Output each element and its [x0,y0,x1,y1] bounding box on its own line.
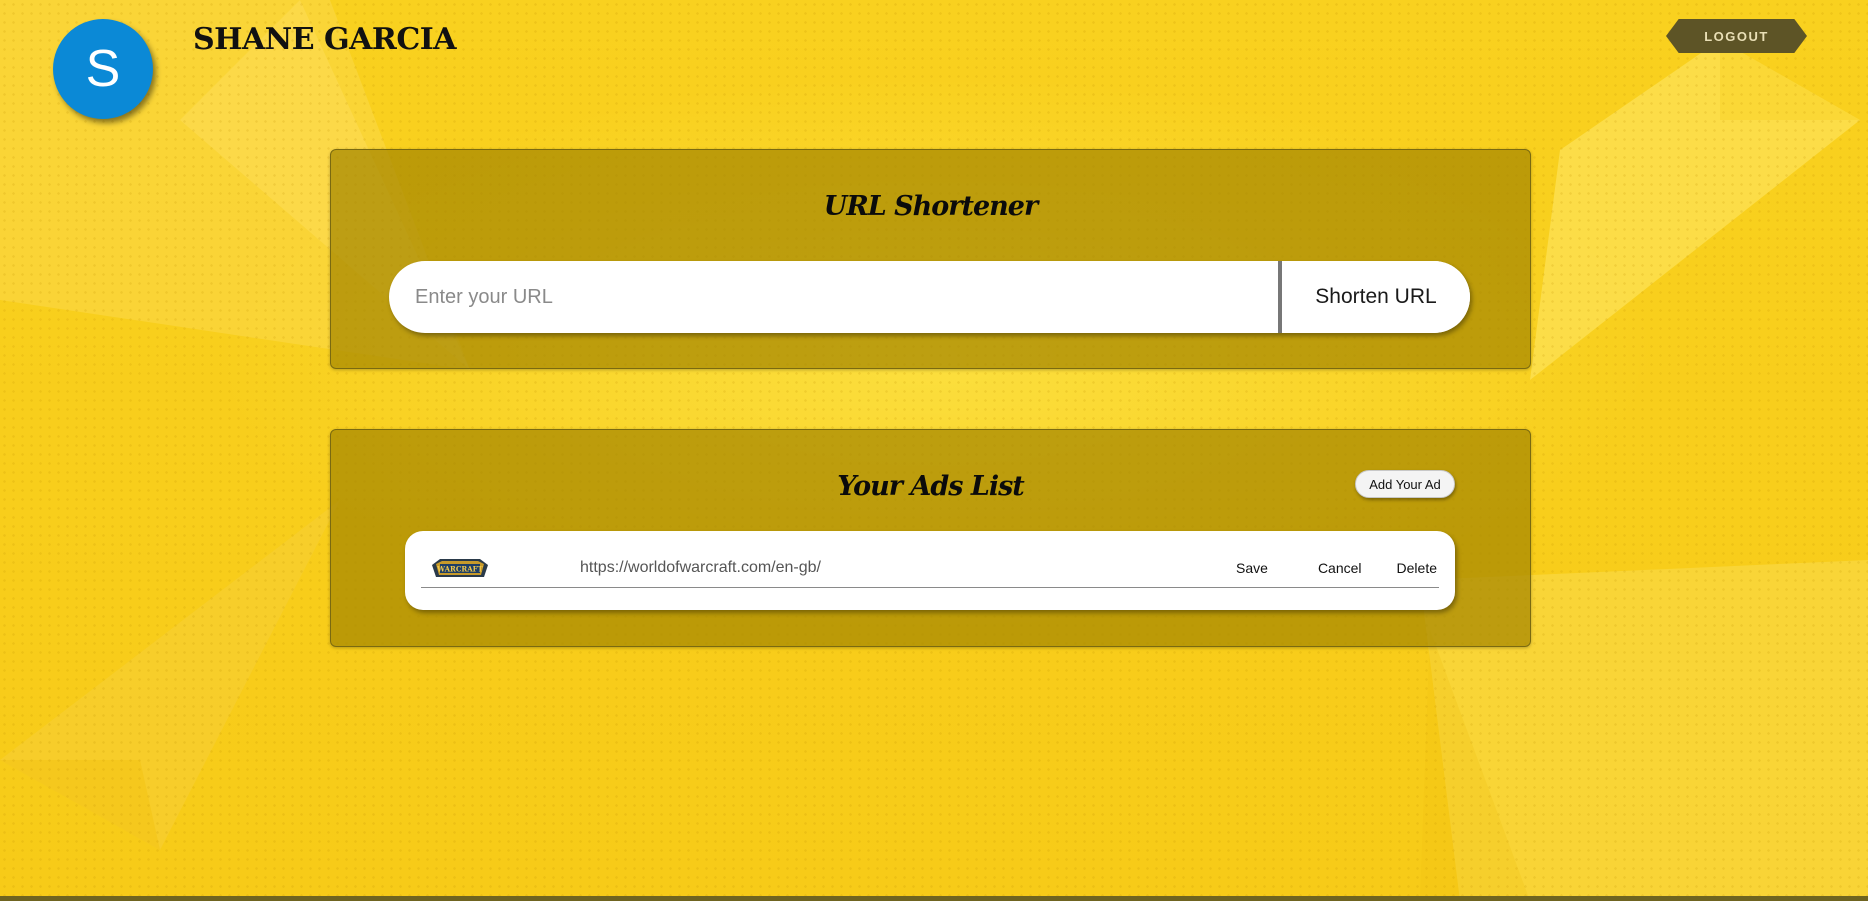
add-ad-button[interactable]: Add Your Ad [1355,470,1455,498]
warcraft-logo-icon: WARCRAFT [432,559,488,577]
ads-list-title: Your Ads List [837,471,1025,502]
avatar-letter: S [85,40,121,98]
url-shortener-panel: URL Shortener Shorten URL [330,149,1531,369]
url-input[interactable] [389,261,1278,333]
list-item: WARCRAFT https://worldofwarcraft.com/en-… [421,549,1439,588]
username: SHANE GARCIA [193,22,457,57]
avatar: S [53,19,153,119]
bottom-border [0,896,1868,901]
warcraft-logo: WARCRAFT [430,555,490,581]
url-shortener-title: URL Shortener [823,191,1038,222]
url-shortener-form: Shorten URL [389,261,1470,333]
save-button[interactable]: Save [1236,560,1268,576]
shorten-url-button[interactable]: Shorten URL [1282,261,1470,333]
ad-url[interactable]: https://worldofwarcraft.com/en-gb/ [580,559,1236,577]
cancel-button[interactable]: Cancel [1318,560,1362,576]
ad-card: WARCRAFT https://worldofwarcraft.com/en-… [405,531,1455,610]
ads-list-panel: Your Ads List Add Your Ad WARCRAFT https… [330,429,1531,647]
logout-button[interactable]: LOGOUT [1666,19,1807,53]
svg-text:WARCRAFT: WARCRAFT [436,565,483,574]
delete-button[interactable]: Delete [1397,560,1437,576]
